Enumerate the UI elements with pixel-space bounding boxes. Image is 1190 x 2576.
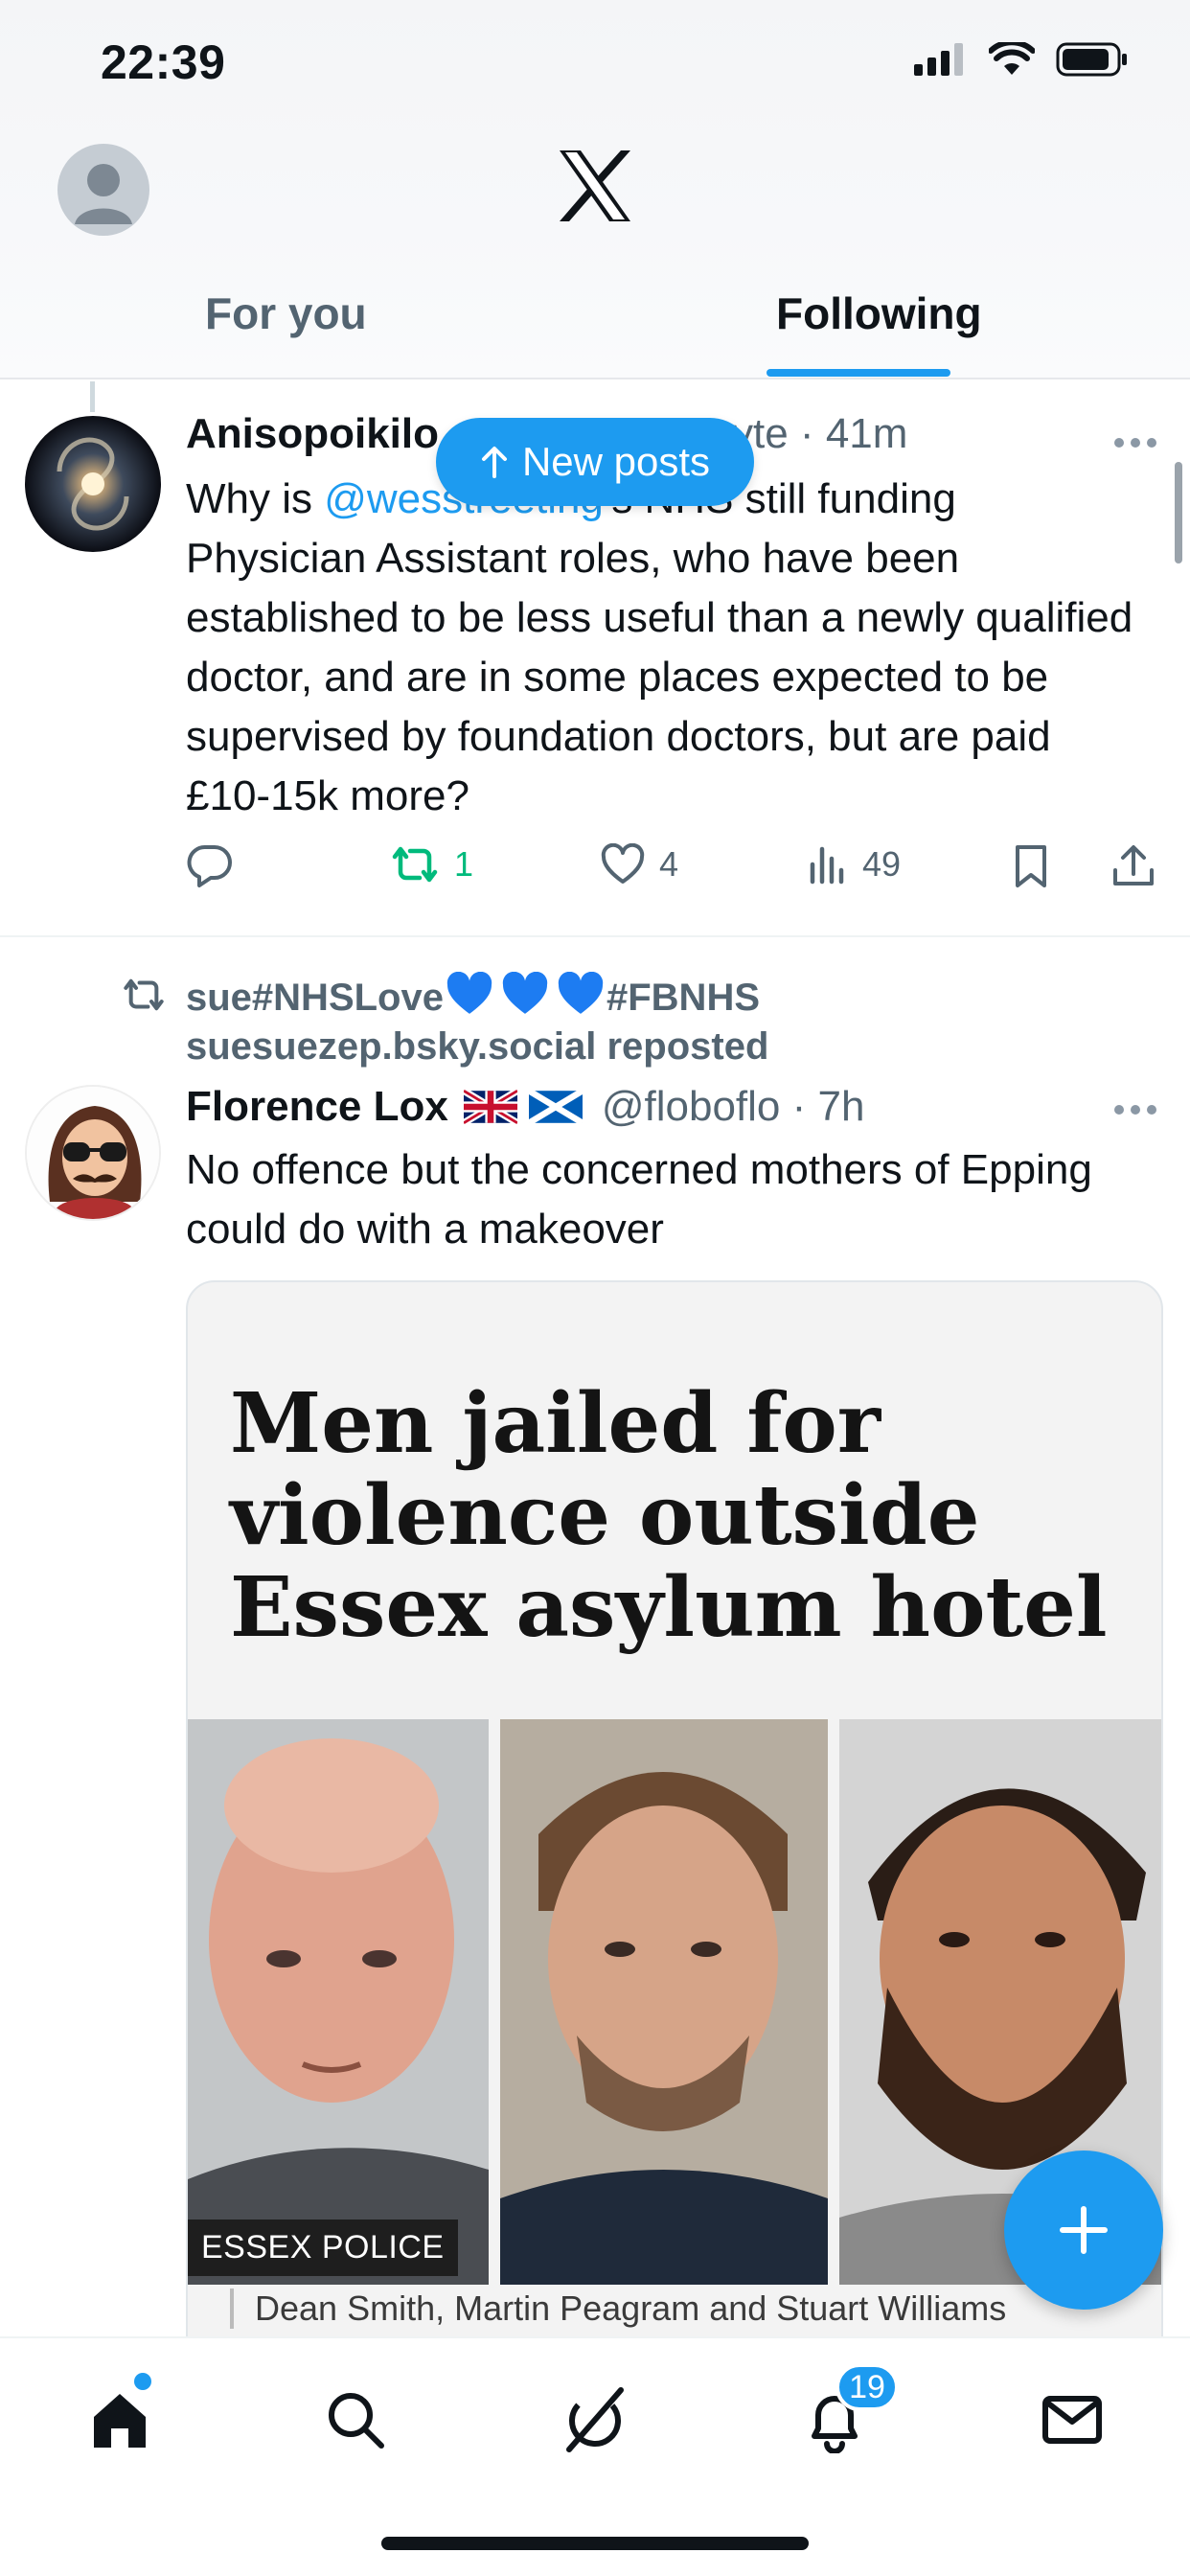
- profile-avatar-button[interactable]: [57, 144, 149, 236]
- views-button[interactable]: 49: [807, 843, 901, 886]
- post-text: No offence but the concerned mothers of …: [186, 1146, 1092, 1253]
- author-handle[interactable]: @floboflo: [602, 1083, 781, 1131]
- status-time: 22:39: [101, 35, 226, 89]
- reposted-by[interactable]: sue#NHSLove #FBNHS suesuezep.bsky.social…: [186, 972, 768, 1071]
- uk-flag-icon: [463, 1090, 517, 1124]
- tab-selected-indicator: [767, 369, 950, 377]
- image-source-tag: ESSEX POLICE: [188, 2220, 458, 2276]
- status-icons: [914, 42, 1129, 77]
- home-icon: [94, 2394, 146, 2448]
- arrow-up-icon: [481, 447, 507, 478]
- more-options-icon[interactable]: [1113, 437, 1157, 448]
- post-text: Why is @wesstreeting's NHS still funding…: [186, 475, 1133, 819]
- thread-line: [90, 381, 95, 412]
- image-caption: Dean Smith, Martin Peagram and Stuart Wi…: [230, 2288, 1006, 2329]
- wifi-icon: [989, 42, 1035, 75]
- battery-icon: [1056, 42, 1127, 77]
- compose-post-button[interactable]: [1004, 2150, 1163, 2310]
- post-header: Florence Lox @floboflo · 7h: [186, 1083, 865, 1131]
- reply-button[interactable]: [186, 843, 234, 887]
- author-name[interactable]: Anisopoikilo: [186, 410, 439, 458]
- repost-count: 1: [454, 844, 474, 884]
- scotland-flag-icon: [528, 1090, 583, 1124]
- view-count: 49: [862, 844, 902, 884]
- author-avatar[interactable]: [25, 1085, 161, 1221]
- share-icon: [1113, 845, 1154, 886]
- post-time: 7h: [817, 1083, 865, 1130]
- card-headline: Men jailed for violence outside Essex as…: [230, 1375, 1108, 1656]
- mugshot-photo: [500, 1719, 828, 2285]
- x-logo-icon: [560, 150, 630, 221]
- tab-messages[interactable]: [1029, 2377, 1115, 2463]
- home-unread-dot: [134, 2373, 151, 2390]
- new-posts-button[interactable]: New posts: [436, 418, 754, 506]
- views-chart-icon: [810, 846, 844, 885]
- plus-icon: [1060, 2206, 1108, 2254]
- post-time: 41m: [825, 410, 908, 457]
- author-name[interactable]: Florence Lox: [186, 1083, 448, 1131]
- blue-hearts-icon: [444, 972, 606, 1016]
- tab-home[interactable]: [77, 2377, 163, 2463]
- like-count: 4: [659, 844, 679, 884]
- repost-icon: [392, 846, 438, 883]
- reply-icon: [187, 844, 232, 887]
- notification-badge: 19: [835, 2363, 899, 2411]
- tab-search[interactable]: [312, 2377, 399, 2463]
- author-flags: [463, 1090, 583, 1124]
- search-icon: [329, 2393, 384, 2449]
- more-options-icon[interactable]: [1113, 1104, 1157, 1116]
- scrollbar[interactable]: [1175, 462, 1182, 564]
- bookmark-icon: [1016, 845, 1046, 887]
- post-actions: 1 4 49: [186, 843, 1163, 901]
- bookmark-button[interactable]: [1012, 843, 1050, 889]
- mugshot-photo: [188, 1719, 489, 2285]
- mail-icon: [1042, 2396, 1102, 2444]
- home-indicator[interactable]: [381, 2537, 809, 2550]
- tab-following[interactable]: Following: [776, 288, 982, 339]
- new-posts-label: New posts: [521, 439, 711, 484]
- repost-button[interactable]: 1: [389, 843, 473, 886]
- tab-grok[interactable]: [552, 2377, 638, 2463]
- reposted-icon: [124, 978, 164, 1011]
- signal-icon: [914, 43, 963, 76]
- tab-for-you[interactable]: For you: [205, 288, 367, 339]
- like-button[interactable]: 4: [600, 843, 678, 886]
- grok-icon: [566, 2387, 624, 2452]
- author-avatar[interactable]: [25, 416, 161, 552]
- heart-icon: [601, 843, 645, 884]
- top-header: 22:39 For you Following: [0, 0, 1190, 380]
- share-button[interactable]: [1111, 843, 1156, 889]
